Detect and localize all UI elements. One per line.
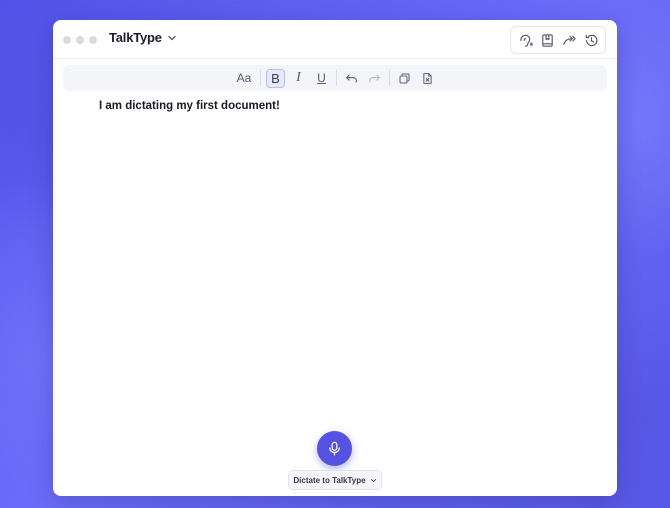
dictation-target-label: Dictate to TalkType	[293, 475, 366, 485]
copy-icon	[399, 73, 410, 83]
toolbar-divider	[260, 70, 261, 86]
title-bar: TalkType	[53, 20, 617, 59]
library-button[interactable]	[537, 30, 557, 50]
minimize-window-button[interactable]	[76, 36, 84, 44]
font-size-icon: Aa	[236, 71, 252, 85]
italic-button[interactable]: I	[289, 69, 308, 88]
forward-icon	[562, 35, 576, 45]
undo-button[interactable]	[342, 69, 361, 88]
chevron-down-icon	[370, 478, 376, 482]
book-icon	[541, 33, 553, 47]
microphone-icon	[329, 441, 340, 456]
clear-document-icon	[423, 72, 432, 84]
clear-document-button[interactable]	[418, 69, 437, 88]
font-size-button[interactable]: Aa	[233, 69, 255, 88]
app-title: TalkType	[109, 30, 162, 45]
document-text: I am dictating my first document!	[99, 100, 280, 112]
undo-icon	[346, 74, 357, 83]
formatting-toolbar: Aa B I U	[63, 65, 607, 91]
maximize-window-button[interactable]	[89, 36, 97, 44]
listen-button[interactable]	[515, 30, 535, 50]
italic-icon: I	[296, 70, 301, 85]
history-button[interactable]	[581, 30, 601, 50]
listen-icon	[519, 34, 533, 47]
document-editor[interactable]: I am dictating my first document!	[99, 100, 587, 112]
bold-button[interactable]: B	[266, 68, 285, 88]
underline-icon: U	[317, 71, 326, 85]
app-switcher[interactable]: TalkType	[109, 30, 177, 45]
chevron-down-icon	[168, 35, 176, 40]
underline-button[interactable]: U	[312, 69, 331, 88]
dictation-target-dropdown[interactable]: Dictate to TalkType	[288, 470, 382, 490]
redo-button[interactable]	[365, 69, 384, 88]
bold-icon: B	[271, 70, 280, 86]
redo-icon	[369, 74, 380, 83]
window-controls	[63, 36, 97, 44]
app-window: TalkType Aa B I U I am dictating my firs…	[53, 20, 617, 496]
toolbar-divider	[389, 70, 390, 86]
close-window-button[interactable]	[63, 36, 71, 44]
toolbar-divider	[336, 70, 337, 86]
title-actions	[510, 26, 606, 54]
history-icon	[585, 34, 597, 46]
forward-button[interactable]	[559, 30, 579, 50]
copy-button[interactable]	[395, 69, 414, 88]
microphone-button[interactable]	[317, 431, 352, 466]
